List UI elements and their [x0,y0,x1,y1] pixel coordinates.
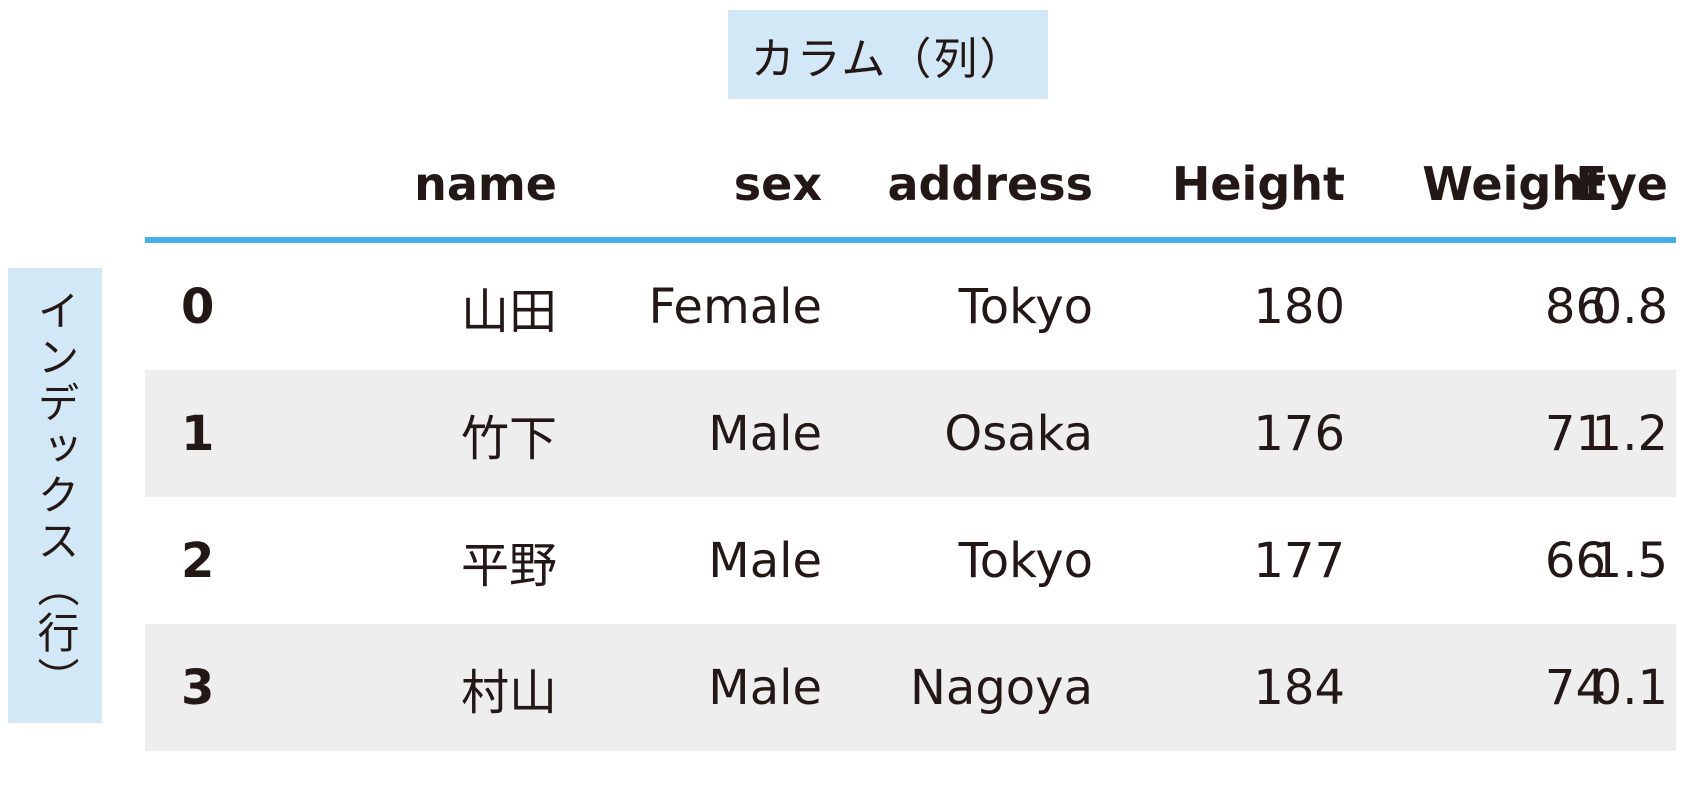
index-label: インデックス（行） [8,268,102,723]
cell-name: 山田 [460,283,557,340]
cell-address: Tokyo [958,532,1093,589]
index-label-text: インデックス（行） [31,288,80,703]
cell-weight: 74 [1544,659,1606,716]
cell-address: Nagoya [910,659,1093,716]
cell-height: 177 [1253,532,1345,589]
row-index: 0 [181,278,215,335]
table-row: 0 山田 Female Tokyo 180 86 0.8 [145,243,1676,370]
cell-height: 176 [1253,405,1345,462]
cell-sex: Male [708,532,822,589]
cell-sex: Male [708,659,822,716]
cell-height: 184 [1253,659,1345,716]
cell-name: 竹下 [460,410,557,467]
header-weight: Weight [1422,156,1606,211]
header-index [181,130,261,237]
cell-weight: 86 [1544,278,1606,335]
row-index: 3 [181,659,215,716]
cell-eye: 1.2 [1591,405,1668,462]
column-label: カラム（列） [728,10,1048,99]
cell-eye: 1.5 [1591,532,1668,589]
cell-weight: 66 [1544,532,1606,589]
cell-weight: 71 [1544,405,1606,462]
header-height: Height [1171,156,1345,211]
cell-address: Tokyo [958,278,1093,335]
table-row: 3 村山 Male Nagoya 184 74 0.1 [145,624,1676,751]
cell-height: 180 [1253,278,1345,335]
cell-sex: Male [708,405,822,462]
cell-eye: 0.1 [1591,659,1668,716]
header-address: address [887,156,1093,211]
table-row: 2 平野 Male Tokyo 177 66 1.5 [145,497,1676,624]
row-index: 2 [181,532,215,589]
header-eye: Eye [1575,156,1668,211]
dataframe-table: name sex address Height Weight Eye 0 山田 … [145,130,1676,751]
row-index: 1 [181,405,215,462]
cell-sex: Female [648,278,822,335]
cell-name: 村山 [460,664,557,721]
column-label-text: カラム（列） [750,33,1026,85]
cell-eye: 0.8 [1591,278,1668,335]
header-name: name [414,156,557,211]
table-header: name sex address Height Weight Eye [145,130,1676,243]
header-sex: sex [733,156,822,211]
table-row: 1 竹下 Male Osaka 176 71 1.2 [145,370,1676,497]
cell-name: 平野 [460,537,557,594]
cell-address: Osaka [944,405,1093,462]
